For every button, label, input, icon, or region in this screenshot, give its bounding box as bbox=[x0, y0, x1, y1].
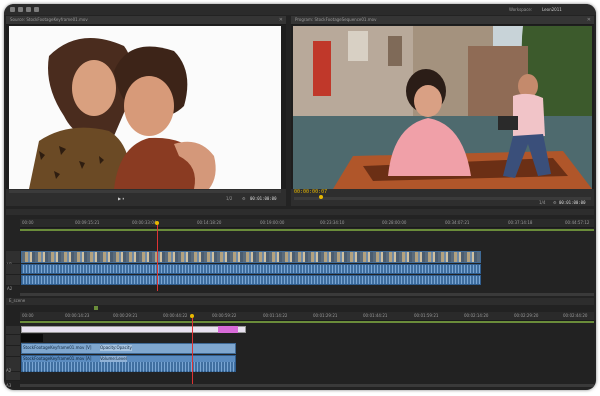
premiere-window: Workspace: Leon2011 Source: StockFootage… bbox=[4, 4, 596, 390]
selection-tool-icon[interactable] bbox=[10, 7, 15, 12]
program-fit-select[interactable]: 1/4 bbox=[539, 200, 545, 206]
track-label-a3-lower[interactable]: A3 bbox=[6, 372, 20, 388]
ruler-tick: 00:01:59:21 bbox=[414, 313, 439, 318]
audio-clip-effect[interactable]: Volume:Level bbox=[100, 356, 127, 362]
source-transport-bar: ▶ ⏸ 1/2 ⚙ 00:01:00:00 bbox=[6, 189, 286, 206]
timeline-upper: 00:00 00:09:15:21 00:00:33:04 00:14:18:2… bbox=[6, 209, 594, 297]
program-timecode-duration[interactable]: 00:01:00:00 bbox=[559, 200, 586, 206]
ruler-tick: 00:01:29:21 bbox=[313, 313, 338, 318]
wrench-icon[interactable]: ⚙ bbox=[553, 200, 557, 206]
ruler-tick: 00:34:07:21 bbox=[445, 220, 470, 225]
ruler-tick: 00:00:33:04 bbox=[132, 220, 157, 225]
transition-clip[interactable] bbox=[218, 326, 238, 333]
work-area-bar-lower[interactable] bbox=[20, 321, 594, 323]
workspace-label: Workspace: bbox=[509, 7, 533, 12]
ruler-tick: 00:37:14:18 bbox=[508, 220, 533, 225]
work-area-bar[interactable] bbox=[20, 229, 594, 231]
zoom-tool-icon[interactable] bbox=[34, 7, 39, 12]
wrench-icon[interactable]: ⚙ bbox=[242, 196, 246, 202]
video-clip-v1[interactable]: StockFootageKeyframe01.mov [V] Opacity:O… bbox=[21, 343, 236, 354]
source-video-frame[interactable] bbox=[9, 26, 281, 189]
ruler-tick: 00:00 bbox=[22, 220, 34, 225]
workspace-value[interactable]: Leon2011 bbox=[542, 7, 562, 13]
ruler-tick: 00:00:14:23 bbox=[65, 313, 90, 318]
play-icon[interactable]: ▶ ⏸ bbox=[118, 196, 124, 202]
program-monitor: Program: StockFootageSequence01.mov ✕ 00… bbox=[291, 16, 594, 206]
title-clip[interactable] bbox=[21, 326, 246, 333]
ruler-tick: 00:19:00:00 bbox=[260, 220, 285, 225]
ruler-tick: 00:00:29:21 bbox=[113, 313, 138, 318]
timeline-lower-ruler[interactable]: 00:00 00:00:14:23 00:00:29:21 00:00:44:2… bbox=[20, 312, 594, 321]
source-monitor: Source: StockFootageKeyframe01.mov ✕ ▶ ⏸… bbox=[6, 16, 286, 206]
timeline-upper-header bbox=[6, 209, 594, 215]
ruler-tick: 00:44:57:12 bbox=[565, 220, 590, 225]
program-playhead-marker[interactable] bbox=[319, 195, 323, 199]
track-label-v2[interactable]: V2 bbox=[6, 326, 20, 342]
ruler-tick: 00:00:44:22 bbox=[163, 313, 188, 318]
ruler-tick: 00:00 bbox=[22, 313, 34, 318]
source-scrub-bar[interactable] bbox=[9, 190, 281, 193]
video-clips-strip[interactable] bbox=[21, 251, 481, 263]
timeline-lower-scrollbar[interactable] bbox=[20, 384, 594, 387]
program-scrub-bar[interactable] bbox=[294, 197, 591, 200]
track-label-v1-lower[interactable]: V1 bbox=[6, 335, 20, 351]
source-fit-select[interactable]: 1/2 bbox=[226, 196, 232, 202]
audio-clips-strip-a1[interactable] bbox=[21, 264, 481, 274]
menu-bar: Workspace: Leon2011 bbox=[4, 4, 596, 15]
close-icon[interactable]: ✕ bbox=[279, 17, 283, 23]
track-label-a1[interactable]: A1 bbox=[6, 264, 20, 280]
audio-clips-strip-a2[interactable] bbox=[21, 275, 481, 285]
timeline-lower-header: E_scene bbox=[6, 298, 594, 305]
program-transport-bar: 00:00:00:07 1/4 ⚙ 00:01:00:00 bbox=[291, 189, 594, 206]
timeline-upper-ruler[interactable]: 00:00 00:09:15:21 00:00:33:04 00:14:18:2… bbox=[20, 219, 594, 228]
ruler-tick: 00:01:44:21 bbox=[363, 313, 388, 318]
ripple-tool-icon[interactable] bbox=[18, 7, 23, 12]
program-frame-image bbox=[293, 26, 592, 189]
program-timecode-current[interactable]: 00:00:00:07 bbox=[294, 189, 327, 195]
ruler-tick: 00:01:14:22 bbox=[263, 313, 288, 318]
in-point-marker[interactable] bbox=[94, 306, 98, 310]
audio-clip-a1[interactable]: StockFootageKeyframe01.mov [A] Volume:Le… bbox=[21, 355, 236, 372]
source-timecode[interactable]: 00:01:00:00 bbox=[250, 196, 277, 202]
ruler-tick: 00:02:29:20 bbox=[514, 313, 539, 318]
track-label-a1-lower[interactable]: A1 bbox=[6, 346, 20, 362]
ruler-tick: 00:02:44:20 bbox=[563, 313, 588, 318]
audio-clip-label: StockFootageKeyframe01.mov [A] bbox=[23, 356, 92, 361]
track-label-v1[interactable]: V1 bbox=[6, 251, 20, 267]
ruler-tick: 00:00:59:22 bbox=[212, 313, 237, 318]
source-monitor-tab[interactable]: Source: StockFootageKeyframe01.mov bbox=[10, 17, 88, 23]
track-label-a2-lower[interactable]: A2 bbox=[6, 357, 20, 373]
source-monitor-header: Source: StockFootageKeyframe01.mov ✕ bbox=[6, 16, 286, 25]
timeline-lower-tab[interactable]: E_scene bbox=[9, 298, 25, 304]
ruler-tick: 00:09:15:21 bbox=[75, 220, 100, 225]
ruler-tick: 00:23:34:10 bbox=[320, 220, 345, 225]
program-monitor-header: Program: StockFootageSequence01.mov ✕ bbox=[291, 16, 594, 25]
black-video-clip[interactable] bbox=[21, 334, 43, 342]
track-label-a2[interactable]: A2 bbox=[6, 275, 20, 291]
razor-tool-icon[interactable] bbox=[26, 7, 31, 12]
timeline-lower: E_scene 00:00 00:00:14:23 00:00:29:21 00… bbox=[6, 298, 594, 388]
timeline-upper-scrollbar[interactable] bbox=[20, 293, 594, 296]
ruler-tick: 00:02:14:20 bbox=[464, 313, 489, 318]
source-frame-image bbox=[29, 38, 216, 189]
timeline-upper-playhead[interactable] bbox=[157, 225, 158, 291]
timeline-lower-playhead[interactable] bbox=[192, 318, 193, 386]
ruler-tick: 00:28:00:00 bbox=[382, 220, 407, 225]
ruler-tick: 00:14:18:20 bbox=[197, 220, 222, 225]
program-monitor-tab[interactable]: Program: StockFootageSequence01.mov bbox=[295, 17, 376, 23]
close-icon[interactable]: ✕ bbox=[587, 17, 591, 23]
program-video-frame[interactable] bbox=[293, 26, 592, 189]
video-clip-label: StockFootageKeyframe01.mov [V] bbox=[23, 345, 92, 350]
video-clip-effect[interactable]: Opacity:Opacity bbox=[100, 345, 132, 351]
